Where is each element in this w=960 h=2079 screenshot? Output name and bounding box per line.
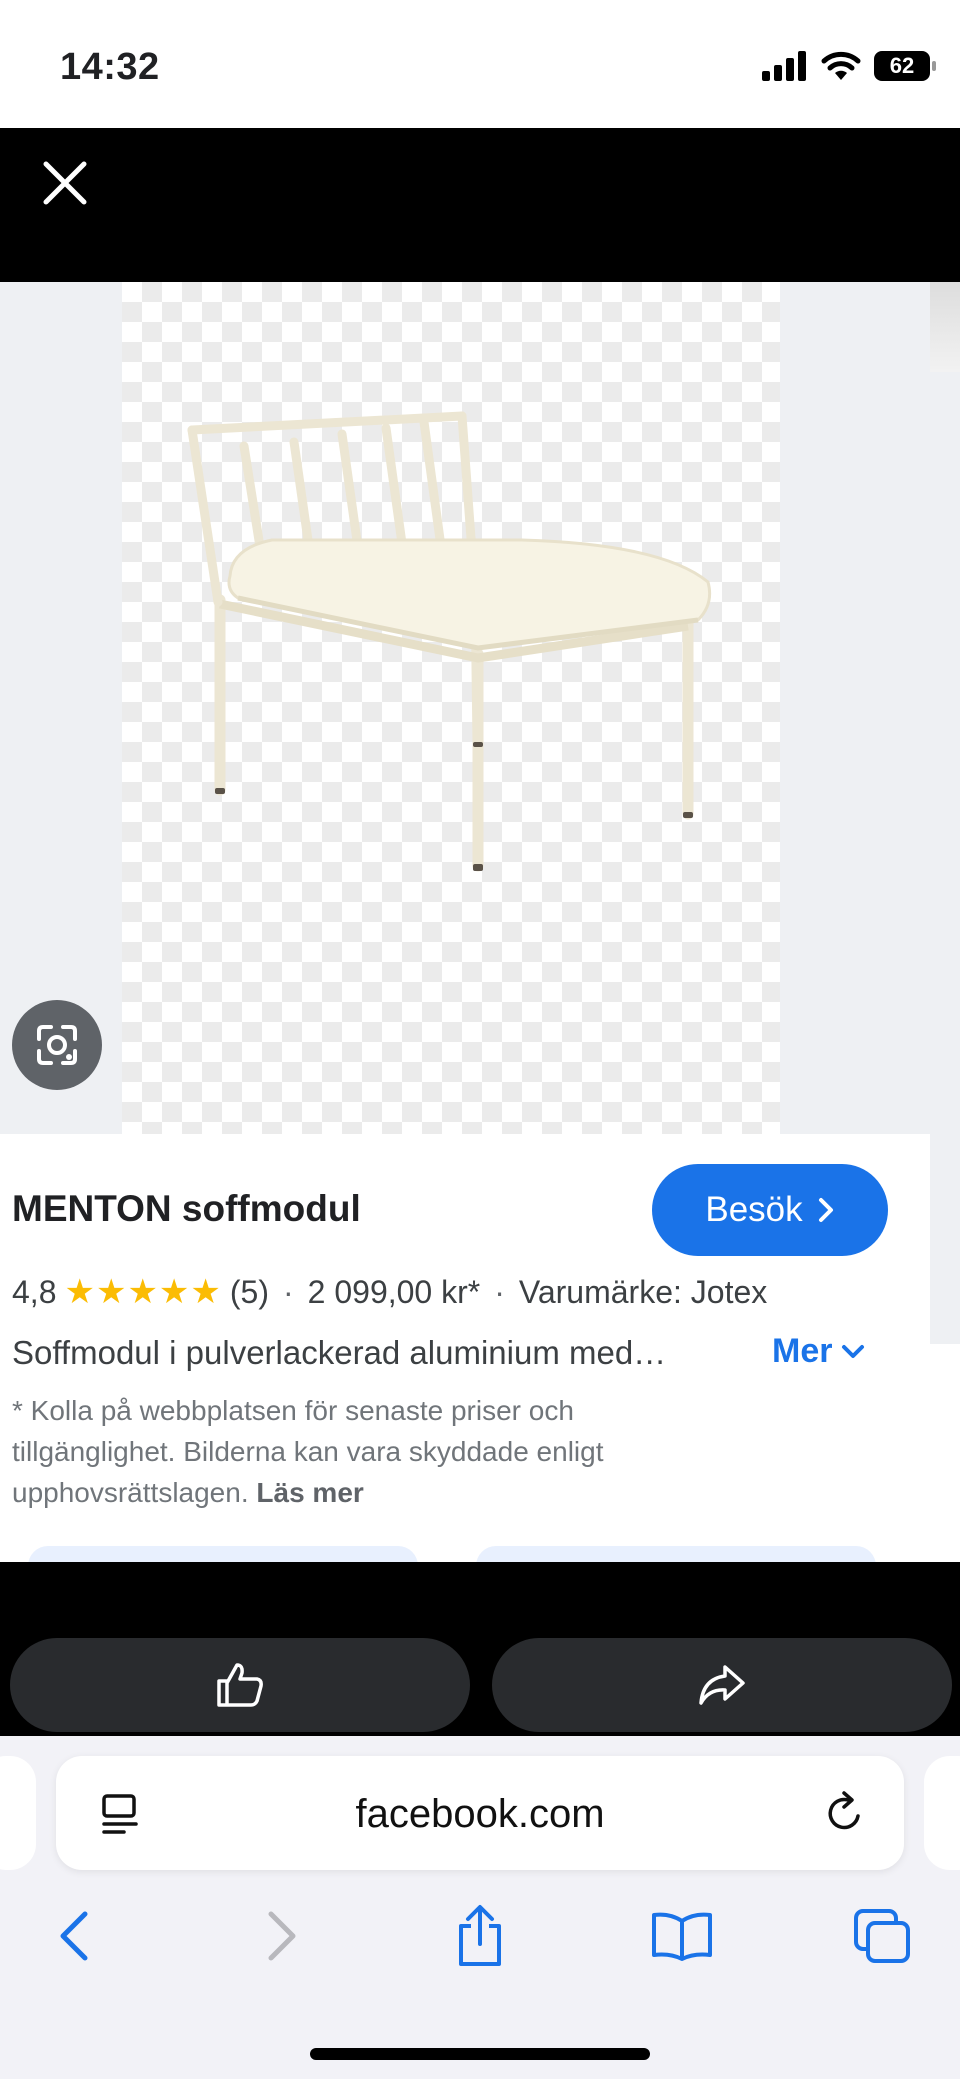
- product-image-area: [0, 282, 960, 1134]
- status-time: 14:32: [60, 46, 160, 88]
- visit-button[interactable]: Besök: [652, 1164, 888, 1256]
- address-bar[interactable]: facebook.com: [56, 1756, 904, 1870]
- share-button[interactable]: [492, 1638, 952, 1732]
- review-count: (5): [229, 1273, 269, 1310]
- reload-icon[interactable]: [822, 1790, 868, 1836]
- separator-dot: ·: [283, 1273, 294, 1310]
- status-icons: 62: [762, 50, 936, 82]
- tabs-icon: [854, 1909, 910, 1963]
- product-image[interactable]: [122, 282, 780, 1134]
- share-icon: [459, 1905, 501, 1966]
- product-description: Soffmodul i pulverlackerad aluminium med…: [12, 1334, 667, 1371]
- read-more-link[interactable]: Läs mer: [256, 1477, 363, 1508]
- google-lens-icon: [37, 1025, 77, 1065]
- back-icon: [60, 1911, 88, 1961]
- thumbs-up-icon: [217, 1663, 263, 1707]
- share-page-button[interactable]: [440, 1896, 520, 1976]
- more-label: Mer: [772, 1332, 833, 1370]
- chevron-right-icon: [818, 1198, 833, 1222]
- like-button[interactable]: [10, 1638, 470, 1732]
- close-icon[interactable]: [40, 158, 90, 208]
- browser-nav-row: [0, 1896, 960, 1996]
- bookmarks-icon: [652, 1912, 712, 1961]
- viewer-bottom-bar: [0, 1562, 960, 1736]
- product-title: MENTON soffmodul: [12, 1188, 361, 1229]
- product-brand: Varumärke: Jotex: [518, 1273, 768, 1310]
- rating-stars: ★★★★★: [64, 1273, 222, 1311]
- chevron-down-icon: [842, 1344, 865, 1358]
- bookmarks-button[interactable]: [642, 1896, 722, 1976]
- google-lens-button[interactable]: [12, 1000, 102, 1090]
- back-button[interactable]: [34, 1896, 114, 1976]
- separator-dot: ·: [494, 1273, 505, 1310]
- product-price: 2 099,00 kr*: [307, 1273, 481, 1310]
- more-button[interactable]: Mer: [772, 1332, 866, 1371]
- product-meta-row: 4,8 ★★★★★ (5) · 2 099,00 kr* · Varumärke…: [12, 1272, 767, 1312]
- wifi-icon: [821, 51, 861, 80]
- next-tab-peek[interactable]: [924, 1756, 960, 1870]
- previous-tab-peek[interactable]: [0, 1756, 36, 1870]
- panel-side-strip: [930, 1134, 960, 1344]
- url-text: facebook.com: [355, 1792, 605, 1836]
- battery-icon: 62: [874, 51, 936, 81]
- battery-level: 62: [889, 53, 915, 78]
- disclaimer: * Kolla på webbplatsen för senaste prise…: [12, 1390, 712, 1513]
- home-indicator: [310, 2048, 650, 2060]
- chair-illustration: [187, 411, 712, 872]
- forward-icon: [268, 1911, 296, 1961]
- rating-value: 4,8: [12, 1273, 57, 1310]
- scroll-thumb[interactable]: [930, 282, 960, 372]
- forward-button[interactable]: [242, 1896, 322, 1976]
- signal-icon: [762, 51, 806, 81]
- share-arrow-icon: [699, 1665, 745, 1705]
- browser-toolbar: facebook.com: [0, 1736, 960, 2079]
- status-bar: 14:32 62: [0, 0, 960, 128]
- product-info-panel: MENTON soffmodul Besök 4,8 ★★★★★ (5) · 2…: [0, 1134, 930, 1566]
- tabs-button[interactable]: [842, 1896, 922, 1976]
- viewer-top-bar: [0, 128, 960, 282]
- visit-button-label: Besök: [705, 1190, 803, 1229]
